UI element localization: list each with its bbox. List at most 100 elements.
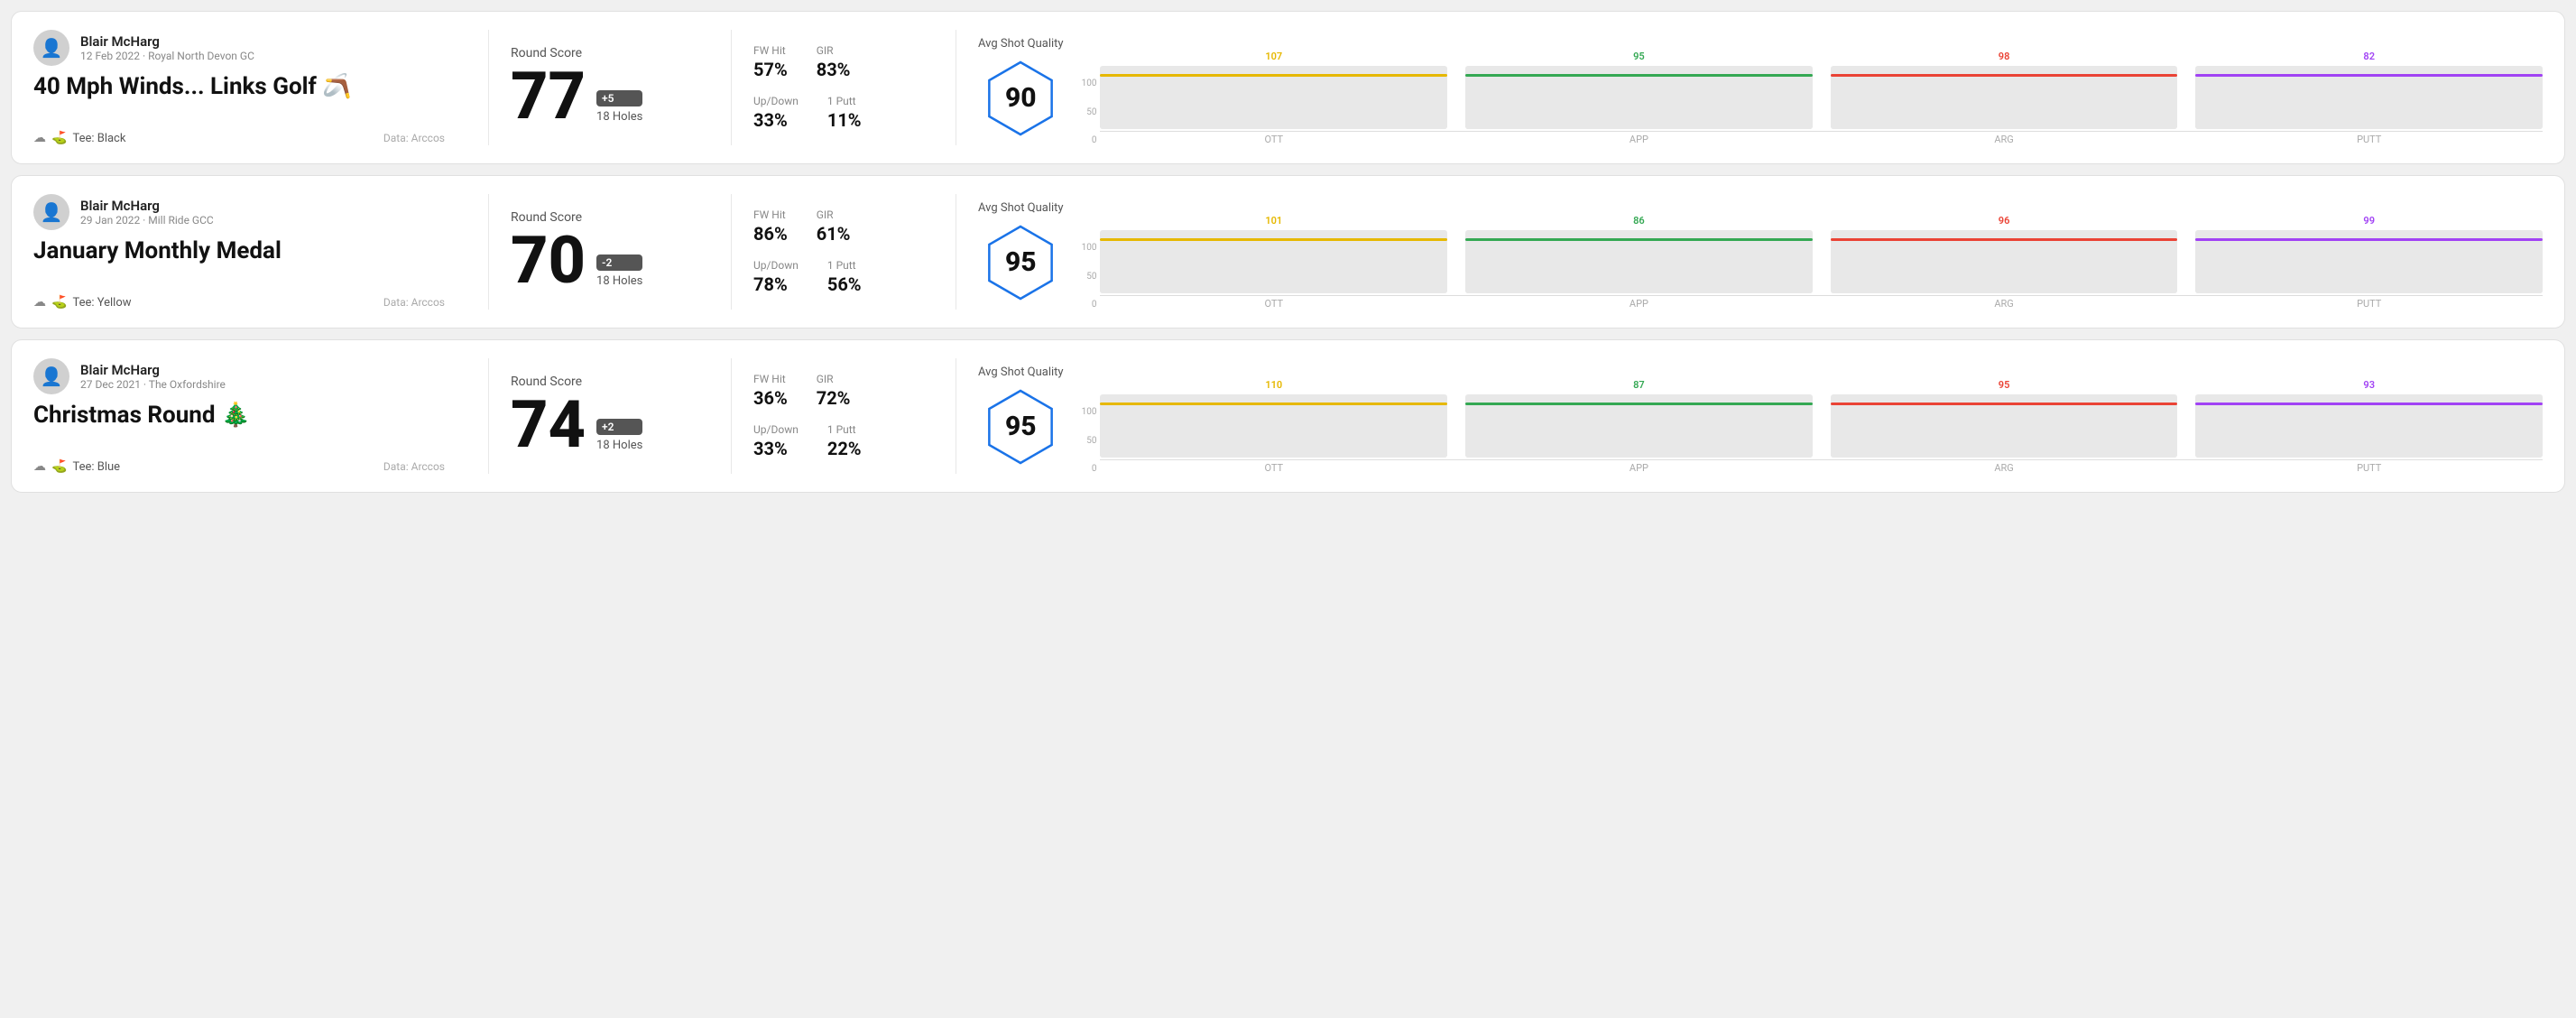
avatar: 👤 [33,194,69,230]
chart-column-app: 87 [1465,379,1813,458]
quality-left: Avg Shot Quality 95 [978,366,1064,467]
divider-1 [488,194,489,310]
stat-1-putt: 1 Putt 56% [827,259,862,295]
bar-value: 107 [1265,51,1282,62]
score-details: -2 18 Holes [596,255,642,293]
player-info: 👤 Blair McHarg 29 Jan 2022 · Mill Ride G… [33,194,445,230]
quality-score: 90 [1005,82,1037,114]
stat-up-down: Up/Down 33% [753,423,799,459]
tee-info: ☁ ⛳ Tee: Blue [33,459,120,474]
score-value: 74 [511,393,586,458]
card-footer: ☁ ⛳ Tee: Yellow Data: Arccos [33,295,445,310]
tee-label: Tee: Black [72,132,125,145]
chart-column-ott: 107 [1100,51,1447,129]
divider-2 [731,358,732,474]
chart-column-ott: 101 [1100,215,1447,293]
card-left: 👤 Blair McHarg 29 Jan 2022 · Mill Ride G… [33,194,466,310]
player-meta: Blair McHarg 29 Jan 2022 · Mill Ride GCC [80,198,214,227]
divider-1 [488,30,489,145]
player-date-course: 27 Dec 2021 · The Oxfordshire [80,378,226,391]
avatar-icon: 👤 [41,201,63,223]
1-putt-label: 1 Putt [827,423,862,436]
quality-label: Avg Shot Quality [978,37,1064,51]
stats-row-bottom: Up/Down 33% 1 Putt 22% [753,423,912,459]
player-name: Blair McHarg [80,33,254,50]
stat-1-putt: 1 Putt 11% [827,95,862,131]
chart-column-putt: 93 [2195,379,2543,458]
score-row: 70 -2 18 Holes [511,228,688,293]
player-meta: Blair McHarg 27 Dec 2021 · The Oxfordshi… [80,362,226,391]
player-date-course: 12 Feb 2022 · Royal North Devon GC [80,50,254,62]
tee-info: ☁ ⛳ Tee: Black [33,131,125,145]
hexagon: 95 [980,222,1061,303]
bar-value: 95 [1999,379,2010,391]
chart-column-putt: 82 [2195,51,2543,129]
data-source: Data: Arccos [383,296,445,309]
round-card-round-2: 👤 Blair McHarg 29 Jan 2022 · Mill Ride G… [11,175,2565,329]
data-source: Data: Arccos [383,460,445,473]
score-details: +5 18 Holes [596,90,642,129]
stat-up-down: Up/Down 78% [753,259,799,295]
fw-hit-label: FW Hit [753,373,788,385]
score-row: 77 +5 18 Holes [511,64,688,129]
gir-label: GIR [817,208,851,221]
score-holes: 18 Holes [596,110,642,124]
chart-x-label: OTT [1100,134,1447,145]
chart-x-label: PUTT [2195,298,2543,310]
stats-row-bottom: Up/Down 78% 1 Putt 56% [753,259,912,295]
up-down-value: 33% [753,109,799,131]
up-down-label: Up/Down [753,259,799,272]
stats-row-top: FW Hit 57% GIR 83% [753,44,912,80]
weather-icon: ☁ [33,459,46,474]
quality-left: Avg Shot Quality 90 [978,37,1064,139]
score-value: 70 [511,228,586,293]
avatar-icon: 👤 [41,37,63,59]
avatar-icon: 👤 [41,366,63,387]
up-down-label: Up/Down [753,95,799,107]
weather-icon: ☁ [33,295,46,310]
card-quality: Avg Shot Quality 95 100500 101 86 [978,194,2543,310]
weather-icon: ☁ [33,131,46,145]
chart-y-label: 0 [1082,464,1097,474]
score-row: 74 +2 18 Holes [511,393,688,458]
chart-y-label: 100 [1082,79,1097,88]
stat-up-down: Up/Down 33% [753,95,799,131]
quality-label: Avg Shot Quality [978,201,1064,215]
divider-1 [488,358,489,474]
chart-x-label: ARG [1831,298,2178,310]
card-stats: FW Hit 36% GIR 72% Up/Down 33% 1 Putt 22… [753,358,934,474]
player-name: Blair McHarg [80,362,226,378]
chart-column-app: 95 [1465,51,1813,129]
stats-row-bottom: Up/Down 33% 1 Putt 11% [753,95,912,131]
divider-2 [731,30,732,145]
chart-column-ott: 110 [1100,379,1447,458]
bar-value: 95 [1633,51,1645,62]
up-down-value: 78% [753,273,799,295]
data-source: Data: Arccos [383,132,445,144]
fw-hit-value: 57% [753,59,788,80]
fw-hit-value: 36% [753,387,788,409]
quality-label: Avg Shot Quality [978,366,1064,379]
bar-value: 99 [2363,215,2375,227]
chart-y-label: 50 [1082,107,1097,117]
fw-hit-label: FW Hit [753,44,788,57]
card-quality: Avg Shot Quality 90 100 50 0 107 95 [978,30,2543,145]
chart-y-label: 100 [1082,407,1097,417]
bar-value: 110 [1265,379,1282,391]
chart-x-label: ARG [1831,462,2178,474]
chart-column-arg: 96 [1831,215,2178,293]
chart-y-label: 0 [1082,135,1097,145]
quality-score: 95 [1005,246,1037,278]
up-down-value: 33% [753,438,799,459]
chart-y-label: 50 [1082,272,1097,282]
gir-value: 61% [817,223,851,245]
card-left: 👤 Blair McHarg 27 Dec 2021 · The Oxfords… [33,358,466,474]
stats-row-top: FW Hit 86% GIR 61% [753,208,912,245]
score-value: 77 [511,64,586,129]
chart-x-label: OTT [1100,298,1447,310]
bar-value: 93 [2363,379,2375,391]
card-quality: Avg Shot Quality 95 100500 110 87 [978,358,2543,474]
card-footer: ☁ ⛳ Tee: Black Data: Arccos [33,131,445,145]
1-putt-value: 22% [827,438,862,459]
gir-label: GIR [817,44,851,57]
